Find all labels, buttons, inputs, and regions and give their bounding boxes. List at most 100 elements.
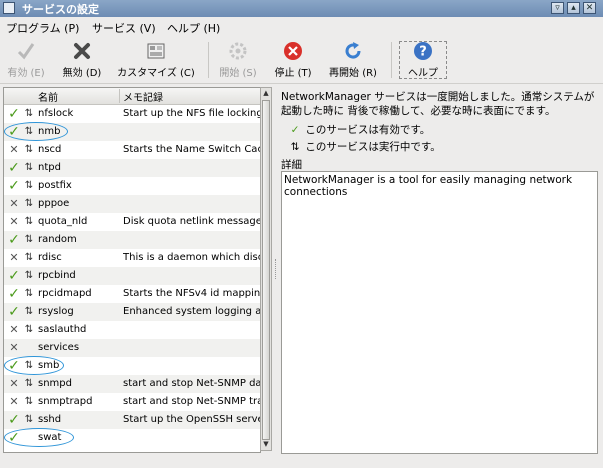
details-text: NetworkManager is a tool for easily mana… xyxy=(284,174,573,198)
service-desc: Disk quota netlink message da xyxy=(123,216,260,227)
close-button[interactable]: ✕ xyxy=(583,2,596,14)
start-button[interactable]: 開始 (S) xyxy=(216,40,260,80)
customize-button[interactable]: カスタマイズ (C) xyxy=(114,40,198,80)
service-name: snmptrapd xyxy=(38,396,93,407)
scrollbar-thumb[interactable] xyxy=(262,100,270,440)
disabled-x-icon: ✕ xyxy=(9,377,19,390)
service-desc: Start up the OpenSSH server d xyxy=(123,414,260,425)
disable-button[interactable]: 無効 (D) xyxy=(58,40,106,80)
x-icon xyxy=(74,43,90,59)
service-row[interactable]: ✕ ⇅ pppoe xyxy=(4,195,260,213)
running-status-text: このサービスは実行中です。 xyxy=(305,141,441,153)
app-icon xyxy=(3,2,15,14)
scroll-up-arrow[interactable]: ▲ xyxy=(261,88,271,99)
service-row[interactable]: ✓ ⇅ nfslock Start up the NFS file locking s xyxy=(4,105,260,123)
service-name: saslauthd xyxy=(38,324,87,335)
enabled-check-icon: ✓ xyxy=(8,304,20,320)
service-row[interactable]: ✕ ⇅ snmptrapd start and stop Net-SNMP tra xyxy=(4,393,260,411)
service-row[interactable]: ✕ ⇅ quota_nld Disk quota netlink message da xyxy=(4,213,260,231)
running-arrows-icon: ⇅ xyxy=(24,270,34,281)
pane-splitter[interactable] xyxy=(273,87,279,451)
disabled-x-icon: ✕ xyxy=(9,323,19,336)
service-desc: Enhanced system logging and k xyxy=(123,306,260,317)
service-desc: This is a daemon which discove xyxy=(123,252,260,263)
column-header-name[interactable]: 名前 xyxy=(38,89,58,104)
service-row[interactable]: ✕ ⇅ rdisc This is a daemon which discove xyxy=(4,249,260,267)
service-row[interactable]: ✓ ⇅ rpcbind xyxy=(4,267,260,285)
service-name: ntpd xyxy=(38,162,61,173)
service-name: rpcidmapd xyxy=(38,288,92,299)
menu-program[interactable]: プログラム (P) xyxy=(6,20,79,36)
window-title: サービスの設定 xyxy=(22,3,99,16)
toolbar: 有効 (E) 無効 (D) カスタマイズ (C) 開始 (S) 停止 (T) 再… xyxy=(0,37,603,84)
highlight-circle-nmb xyxy=(4,122,68,141)
enabled-check-icon: ✓ xyxy=(8,286,20,302)
running-arrows-icon: ⇅ xyxy=(24,414,34,425)
maximize-button[interactable]: ▴ xyxy=(567,2,580,14)
service-name: pppoe xyxy=(38,198,70,209)
disabled-x-icon: ✕ xyxy=(9,143,19,156)
disabled-x-icon: ✕ xyxy=(9,251,19,264)
scroll-down-arrow[interactable]: ▼ xyxy=(261,439,271,450)
restart-icon xyxy=(345,42,361,59)
service-name: snmpd xyxy=(38,378,72,389)
service-name: sshd xyxy=(38,414,62,425)
running-arrows-icon: ⇅ xyxy=(290,141,300,153)
start-label: 開始 (S) xyxy=(219,68,257,79)
running-arrows-icon: ⇅ xyxy=(24,234,34,245)
details-textbox[interactable]: NetworkManager is a tool for easily mana… xyxy=(281,171,598,454)
menu-help[interactable]: ヘルプ (H) xyxy=(167,20,220,36)
running-arrows-icon xyxy=(23,340,35,356)
splitter-grip xyxy=(275,259,278,279)
enabled-check-icon: ✓ xyxy=(8,160,20,176)
service-desc: Starts the NFSv4 id mapping d xyxy=(123,288,260,299)
restart-button[interactable]: 再開始 (R) xyxy=(326,40,380,80)
minimize-button[interactable]: ▿ xyxy=(551,2,564,14)
service-row[interactable]: ✕ services xyxy=(4,339,260,357)
toolbar-separator xyxy=(391,42,392,78)
column-header-desc[interactable]: メモ記録 xyxy=(123,89,163,104)
service-name: random xyxy=(38,234,77,245)
service-list[interactable]: 名前 メモ記録 ✓ ⇅ nfslock Start up the NFS file l… xyxy=(3,87,261,453)
running-arrows-icon: ⇅ xyxy=(24,396,34,407)
column-separator xyxy=(119,89,120,103)
customize-icon xyxy=(147,43,165,59)
service-row[interactable]: ✓ ⇅ rsyslog Enhanced system logging and k xyxy=(4,303,260,321)
service-name: rdisc xyxy=(38,252,62,263)
enabled-check-icon: ✓ xyxy=(8,178,20,194)
highlight-circle-swat xyxy=(4,428,74,447)
list-header: 名前 メモ記録 xyxy=(4,88,260,105)
service-name: rsyslog xyxy=(38,306,74,317)
enable-label: 有効 (E) xyxy=(7,68,45,79)
customize-label: カスタマイズ (C) xyxy=(117,68,195,79)
service-row[interactable]: ✕ ⇅ nscd Starts the Name Switch Cache xyxy=(4,141,260,159)
enable-button[interactable]: 有効 (E) xyxy=(4,40,48,80)
service-description: NetworkManager サービスは一度開始しました。通常システムが起動した… xyxy=(281,91,595,117)
enabled-check-icon: ✓ xyxy=(8,268,20,284)
stop-icon xyxy=(284,42,302,60)
service-name: rpcbind xyxy=(38,270,76,281)
running-arrows-icon: ⇅ xyxy=(24,378,34,389)
details-label: 詳細 xyxy=(281,159,302,171)
service-row[interactable]: ✓ ⇅ rpcidmapd Starts the NFSv4 id mapping d xyxy=(4,285,260,303)
help-focus-frame xyxy=(399,41,447,79)
service-row[interactable]: ✓ ⇅ ntpd xyxy=(4,159,260,177)
enabled-status: ✓ このサービスは有効です。 xyxy=(288,122,431,137)
list-scrollbar[interactable]: ▲ ▼ xyxy=(260,87,272,451)
service-row[interactable]: ✓ ⇅ sshd Start up the OpenSSH server d xyxy=(4,411,260,429)
running-arrows-icon: ⇅ xyxy=(24,108,34,119)
service-name: quota_nld xyxy=(38,216,88,227)
enabled-check-icon: ✓ xyxy=(8,232,20,248)
disabled-x-icon: ✕ xyxy=(9,215,19,228)
service-row[interactable]: ✓ ⇅ random xyxy=(4,231,260,249)
service-row[interactable]: ✓ ⇅ postfix xyxy=(4,177,260,195)
check-icon xyxy=(17,43,35,60)
service-desc: Start up the NFS file locking s xyxy=(123,108,260,119)
stop-button[interactable]: 停止 (T) xyxy=(270,40,316,80)
running-arrows-icon: ⇅ xyxy=(24,324,34,335)
disable-label: 無効 (D) xyxy=(62,68,102,79)
service-row[interactable]: ✕ ⇅ saslauthd xyxy=(4,321,260,339)
running-arrows-icon: ⇅ xyxy=(24,288,34,299)
service-row[interactable]: ✕ ⇅ snmpd start and stop Net-SNMP dae xyxy=(4,375,260,393)
menu-service[interactable]: サービス (V) xyxy=(92,20,156,36)
